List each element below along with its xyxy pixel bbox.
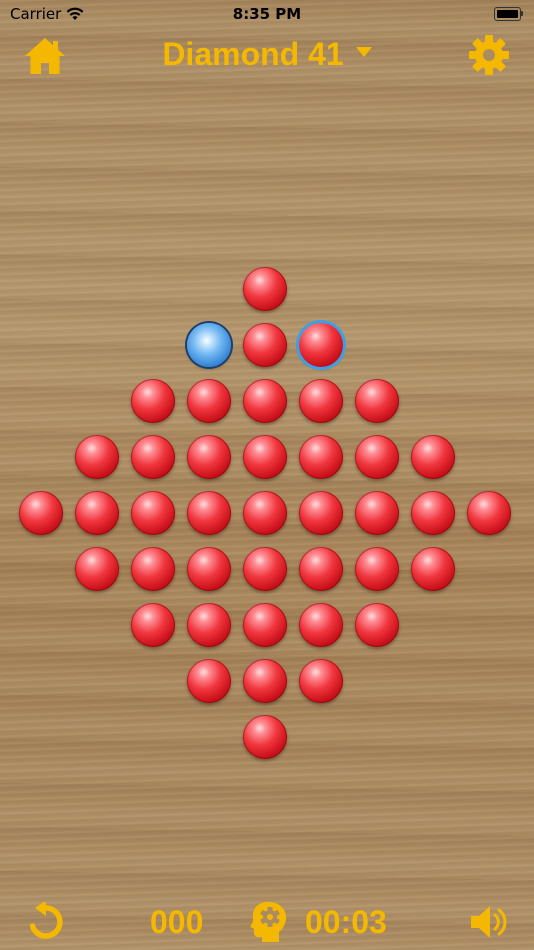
peg[interactable] [299,491,343,535]
game-timer: 00:03 [305,904,387,940]
peg[interactable] [243,323,287,367]
move-counter: 000 [150,904,204,940]
peg[interactable] [187,435,231,479]
peg[interactable] [355,435,399,479]
peg[interactable] [243,715,287,759]
peg[interactable] [187,603,231,647]
selected-peg[interactable] [299,323,343,367]
peg[interactable] [299,435,343,479]
peg[interactable] [131,379,175,423]
peg[interactable] [411,491,455,535]
peg[interactable] [355,491,399,535]
empty-hole[interactable] [187,323,231,367]
peg[interactable] [411,547,455,591]
bottom-bar: 000 00:03 [0,890,534,950]
peg[interactable] [187,491,231,535]
peg[interactable] [75,547,119,591]
hint-button[interactable] [249,900,289,942]
peg[interactable] [243,435,287,479]
peg[interactable] [75,491,119,535]
peg[interactable] [299,379,343,423]
peg[interactable] [75,435,119,479]
sound-button[interactable] [468,902,510,942]
peg[interactable] [131,491,175,535]
peg[interactable] [19,491,63,535]
game-board [0,0,534,950]
brain-gear-icon [250,902,287,942]
speaker-icon [471,906,507,938]
peg[interactable] [299,659,343,703]
peg[interactable] [187,659,231,703]
peg[interactable] [131,603,175,647]
peg[interactable] [243,267,287,311]
peg[interactable] [355,603,399,647]
peg[interactable] [187,379,231,423]
undo-button[interactable] [26,900,66,942]
undo-icon [29,900,63,939]
peg[interactable] [243,379,287,423]
peg[interactable] [243,491,287,535]
peg[interactable] [243,659,287,703]
peg[interactable] [131,435,175,479]
peg[interactable] [299,603,343,647]
peg[interactable] [355,547,399,591]
peg[interactable] [131,547,175,591]
peg[interactable] [187,547,231,591]
peg[interactable] [243,603,287,647]
peg[interactable] [243,547,287,591]
peg[interactable] [411,435,455,479]
peg[interactable] [355,379,399,423]
peg[interactable] [299,547,343,591]
peg[interactable] [467,491,511,535]
